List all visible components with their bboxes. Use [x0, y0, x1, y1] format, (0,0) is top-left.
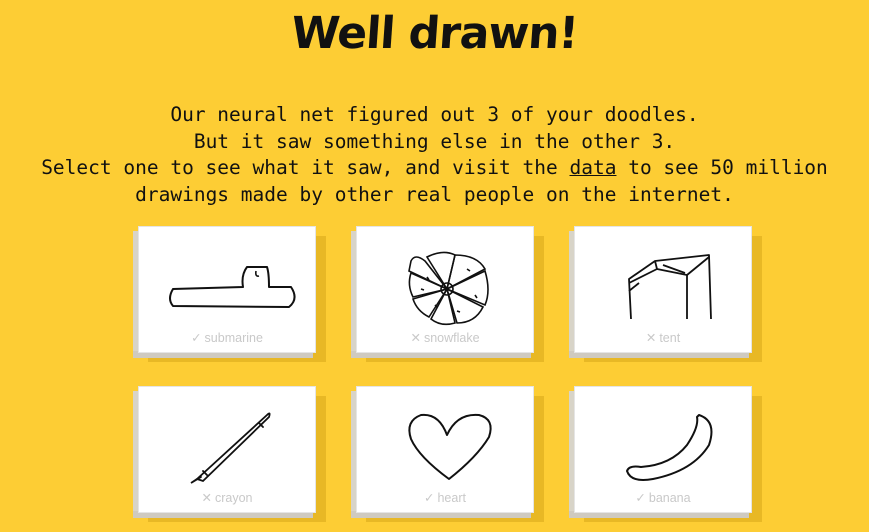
- check-icon: ✓: [424, 491, 435, 505]
- doodle-card-face[interactable]: ✓ submarine: [138, 226, 316, 353]
- doodle-card-face[interactable]: ✕ tent: [574, 226, 752, 353]
- doodle-name: heart: [437, 491, 466, 505]
- doodle-label: ✓ submarine: [139, 330, 315, 345]
- check-icon: ✓: [635, 491, 646, 505]
- doodle-name: banana: [648, 491, 691, 505]
- result-message: Our neural net figured out 3 of your doo…: [20, 102, 849, 208]
- check-icon: ✓: [191, 331, 202, 345]
- data-link[interactable]: data: [570, 156, 617, 179]
- doodle-name: submarine: [204, 331, 263, 345]
- doodle-label: ✕ crayon: [139, 490, 315, 505]
- doodle-label: ✕ snowflake: [357, 330, 533, 345]
- doodle-card-face[interactable]: ✓ heart: [356, 386, 534, 513]
- doodle-label: ✓ heart: [357, 490, 533, 505]
- doodle-card-face[interactable]: ✓ banana: [574, 386, 752, 513]
- doodle-card-tent[interactable]: ✕ tent: [569, 226, 762, 362]
- doodle-card-face[interactable]: ✕ snowflake: [356, 226, 534, 353]
- x-icon: ✕: [201, 491, 212, 505]
- doodle-card-crayon[interactable]: ✕ crayon: [133, 386, 326, 522]
- doodle-card-heart[interactable]: ✓ heart: [351, 386, 544, 522]
- doodle-label: ✓ banana: [575, 490, 751, 505]
- message-line-2: But it saw something else in the other 3…: [193, 129, 676, 153]
- x-icon: ✕: [645, 331, 657, 345]
- x-icon: ✕: [410, 331, 421, 345]
- doodle-name: tent: [659, 331, 681, 345]
- doodle-label: ✕ tent: [575, 330, 751, 345]
- message-line-3-after: to see 50 million: [616, 156, 828, 179]
- doodle-card-snowflake[interactable]: ✕ snowflake: [351, 226, 544, 362]
- doodle-card-banana[interactable]: ✓ banana: [569, 386, 762, 522]
- doodle-name: crayon: [214, 491, 253, 505]
- doodle-name: snowflake: [423, 331, 480, 345]
- message-line-3: Select one to see what it saw, and visit…: [20, 155, 849, 182]
- message-line-1: Our neural net figured out 3 of your doo…: [170, 103, 699, 126]
- message-line-4: drawings made by other real people on th…: [135, 182, 734, 206]
- page-title: Well drawn!: [289, 8, 580, 59]
- doodle-card-face[interactable]: ✕ crayon: [138, 386, 316, 513]
- message-line-3-before: Select one to see what it saw, and visit…: [41, 156, 570, 179]
- doodle-card-submarine[interactable]: ✓ submarine: [133, 226, 326, 362]
